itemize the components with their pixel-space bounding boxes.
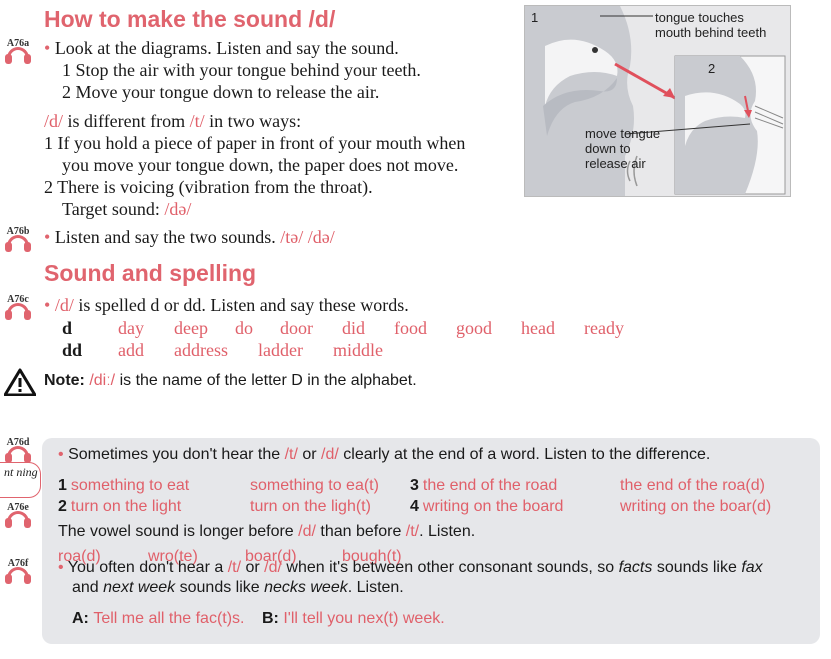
audio-a76f-icon[interactable]: A76f	[3, 558, 33, 584]
word-food: food	[394, 318, 427, 338]
pair-3-b: the end of the roa(d)	[620, 477, 765, 494]
ear-right-icon	[24, 518, 31, 528]
word-good: good	[456, 318, 492, 338]
section-title-spelling: Sound and spelling	[44, 260, 257, 286]
diff-2: 2 There is voicing (vibration from the t…	[44, 177, 373, 197]
ear-right-icon	[24, 54, 31, 64]
word-day: day	[118, 318, 144, 338]
pair-4-b: writing on the boar(d)	[620, 498, 772, 515]
diff-intro: /d/ is different from /t/ in two ways:	[44, 111, 302, 131]
diff-1b: you move your tongue down, the paper doe…	[62, 155, 459, 175]
pair-2: 2 turn on the light	[58, 498, 182, 515]
word-did: did	[342, 318, 366, 338]
note-line: Note: /diː/ is the name of the letter D …	[44, 372, 417, 389]
audio-a76b-icon[interactable]: A76b	[3, 226, 33, 252]
audio-track-label: A76d	[6, 437, 30, 448]
vowel-line: The vowel sound is longer before /d/ tha…	[58, 523, 476, 540]
ear-left-icon	[5, 310, 12, 320]
audio-a76a-icon[interactable]: A76a	[3, 38, 33, 64]
ear-right-icon	[24, 574, 31, 584]
diagram-num-2: 2	[708, 61, 716, 76]
word-ladder: ladder	[258, 340, 303, 360]
diagram-label-release: move tongue down to release air	[585, 126, 661, 171]
audio-track-label: A76c	[7, 294, 29, 305]
side-note-text: nt ning	[4, 465, 38, 479]
ear-left-icon	[5, 453, 12, 463]
target-sound: Target sound: /də/	[62, 199, 192, 219]
diagram-label-touch: tongue touches mouth behind teeth	[655, 10, 767, 40]
pair-1: 1 something to eat	[58, 477, 190, 494]
row1-head: d	[62, 318, 73, 338]
ear-right-icon	[24, 242, 31, 252]
audio-track-label: A76f	[7, 558, 29, 569]
pair-3: 3 the end of the road	[410, 477, 558, 494]
warning-icon	[4, 368, 36, 396]
ear-left-icon	[5, 242, 12, 252]
pair-1-b: something to ea(t)	[250, 477, 379, 494]
audio-track-label: A76e	[7, 502, 29, 513]
bullet-look-text: Look at the diagrams. Listen and say the…	[54, 38, 399, 58]
word-address: address	[174, 340, 228, 360]
word-door: door	[280, 318, 313, 338]
diagram-num-1: 1	[531, 10, 539, 25]
ear-left-icon	[5, 518, 12, 528]
word-add: add	[118, 340, 144, 360]
step-1: 1 Stop the air with your tongue behind y…	[62, 60, 421, 80]
dialog-b: B: I'll tell you nex(t) week.	[262, 610, 445, 627]
word-do: do	[235, 318, 253, 338]
consonant-line-1: • You often don't hear a /t/ or /d/ when…	[58, 559, 763, 576]
side-note-bubble: nt ning	[0, 462, 41, 498]
pair-2-b: turn on the ligh(t)	[250, 498, 371, 515]
ear-left-icon	[5, 574, 12, 584]
bullet-look: • Look at the diagrams. Listen and say t…	[44, 38, 399, 58]
diff-1a: 1 If you hold a piece of paper in front …	[44, 133, 466, 153]
box-intro: • Sometimes you don't hear the /t/ or /d…	[58, 446, 711, 463]
audio-a76e-icon[interactable]: A76e	[3, 502, 33, 528]
ear-right-icon	[24, 453, 31, 463]
word-middle: middle	[333, 340, 383, 360]
bullet-spelled: • /d/ is spelled d or dd. Listen and say…	[44, 295, 409, 315]
audio-a76d-icon[interactable]: A76d	[3, 437, 33, 463]
word-deep: deep	[174, 318, 208, 338]
bullet-two-sounds: • Listen and say the two sounds. /tə/ /d…	[44, 227, 335, 247]
word-ready: ready	[584, 318, 624, 338]
step-2: 2 Move your tongue down to release the a…	[62, 82, 380, 102]
audio-a76c-icon[interactable]: A76c	[3, 294, 33, 320]
audio-track-label: A76a	[6, 38, 30, 49]
ear-right-icon	[24, 310, 31, 320]
mouth-diagram: 1 2 tongue touches mouth behind teeth mov…	[524, 5, 791, 197]
pair-4: 4 writing on the board	[410, 498, 564, 515]
audio-track-label: A76b	[6, 226, 30, 237]
row2-head: dd	[62, 340, 83, 360]
word-head: head	[521, 318, 555, 338]
ear-left-icon	[5, 54, 12, 64]
section-title-how-to: How to make the sound /d/	[44, 6, 336, 32]
dialog-a: A: Tell me all the fac(t)s.	[72, 610, 245, 627]
consonant-line-2: and next week sounds like necks week. Li…	[72, 579, 404, 596]
